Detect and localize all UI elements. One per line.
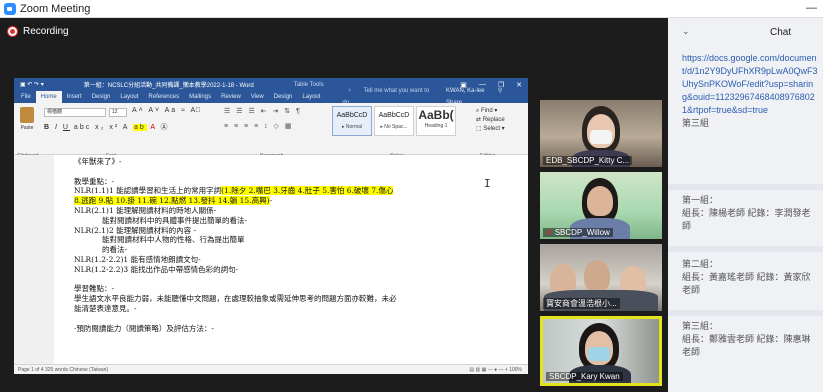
chat-divider [668, 246, 823, 252]
zoom-logo-icon [4, 2, 16, 15]
doc-line: ·預防閱讀能力（閱讀策略）及評估方法：- [74, 323, 214, 333]
find-button[interactable]: ⌕ Find ▾ [476, 107, 505, 116]
word-doc-title: 第一組：NCSLC分組活動_共同備課_懶本教學2022-1-18 - Word [83, 83, 254, 89]
video-tile[interactable]: 寶安商會溫浩根小... [540, 244, 662, 311]
tab-table-design[interactable]: Design [269, 91, 298, 103]
window-title: Zoom Meeting [20, 2, 91, 15]
doc-line: 能對閱讀材料中人物的性格、行為提出簡單 [102, 235, 245, 245]
participant-face [587, 186, 613, 216]
font-size-tools[interactable]: A˄ A˅ Aa ≈ A⃞ [132, 107, 202, 114]
doc-line: 教學重點：- [74, 176, 115, 186]
font-size-select[interactable]: 12 [109, 108, 127, 117]
style-heading-1[interactable]: AaBb(Heading 1 [416, 106, 456, 136]
doc-line: 學生語文水平良能力弱，未能聽懂中文問題，在處理較抽象或需延伸思考的問題方面亦較難… [74, 294, 397, 304]
doc-line: NLR(1.2-2.2)1 能有感情地朗讀文句- [74, 254, 201, 264]
zoom-level[interactable]: ▤ ▥ ▦ — ● — + 100% [469, 367, 522, 373]
doc-line: 能清楚表達意見。- [74, 303, 137, 313]
styles-gallery: AaBbCcD ▸ Normal AaBbCcD ▸ No Spac... AaBb… [332, 106, 456, 136]
paragraph-align-tools[interactable]: ≡ ≡ ≡ ≡ ↕ ◇ ▦ [224, 122, 294, 130]
recording-indicator[interactable]: Recording [8, 26, 69, 37]
tab-references[interactable]: References [143, 91, 184, 103]
replace-button[interactable]: ⇄ Replace [476, 116, 505, 125]
chat-divider [668, 310, 823, 316]
chat-panel: ⌄ Chat https://docs.google.com/document/… [668, 18, 823, 392]
doc-line [74, 314, 524, 324]
doc-line: NLR(2.1)2 能理解閱讀材料的內容 - [74, 225, 197, 235]
style-normal[interactable]: AaBbCcD ▸ Normal [332, 106, 372, 136]
recording-label: Recording [23, 26, 69, 37]
font-color-icon: A [150, 124, 157, 131]
share-icon: ⚲ [497, 88, 503, 94]
video-tile-active-speaker[interactable]: SBCDP_Kary Kwan [540, 316, 662, 386]
doc-line: NLR(1.2-2.2)3 能找出作品中帶感情色彩的詞句- [74, 264, 239, 274]
doc-line: NLR(1.1)1 能認讀學習和生活上的常用字詞(1.除夕 2.嘴巴 3.牙齒 … [74, 186, 394, 196]
highlight-icon: ab [132, 124, 147, 131]
chat-message: 第一組： 組長：陳楊老師 紀錄：李潤發老師 [682, 195, 811, 231]
doc-line: 的看法- [102, 245, 128, 255]
status-left: Page 1 of 4 325 words Chinese (Taiwan) [18, 366, 109, 373]
tab-review[interactable]: Review [216, 91, 246, 103]
video-tile[interactable]: EDB_SBCDP_Kitty C... [540, 100, 662, 167]
word-status-bar: Page 1 of 4 325 words Chinese (Taiwan) ▤… [14, 364, 528, 374]
zoom-window: Zoom Meeting — Recording ▣ ↶ ↷ ▾ 第一組：NCS… [0, 0, 823, 392]
tab-mailings[interactable]: Mailings [184, 91, 216, 103]
lightbulb-icon: ♀ [347, 88, 354, 94]
participant-name: SBCDP_Kary Kwan [546, 372, 623, 381]
chat-title: Chat [770, 27, 792, 38]
recording-icon [8, 27, 17, 36]
doc-line: 學習難點：- [74, 284, 115, 294]
paragraph-list-tools[interactable]: ☰ ☰ ☰ ⇤ ⇥ ⇅ ¶ [224, 107, 302, 115]
tab-insert[interactable]: Insert [62, 91, 87, 103]
chat-message: https://docs.google.com/document/d/1n2Y9… [682, 52, 818, 130]
doc-line [74, 275, 524, 285]
clipboard-icon [20, 107, 34, 123]
word-ribbon: Paste 標楷體 12 A˄ A˅ Aa ≈ A⃞ B I U abc x₂ … [14, 103, 528, 159]
document-text: 《年獸來了》- 教學重點：- NLR(1.1)1 能認讀學習和生活上的常用字詞(… [74, 157, 524, 333]
text-cursor-icon: I [484, 177, 491, 190]
doc-line: NLR(2.1)1 能理解閱讀材料的時地人關係- [74, 205, 217, 215]
chat-header: ⌄ Chat [668, 18, 823, 48]
tab-home[interactable]: Home [35, 91, 62, 103]
chevron-down-icon[interactable]: ⌄ [682, 26, 690, 37]
table-tools-label: Table Tools [293, 81, 324, 88]
tab-file[interactable]: File [16, 91, 36, 103]
tab-layout[interactable]: Layout [115, 91, 143, 103]
font-name-select[interactable]: 標楷體 [44, 108, 106, 117]
tab-table-layout[interactable]: Layout [297, 91, 325, 103]
font-format-tools[interactable]: B I U abc x₂ x² A ab A Ⓐ [44, 122, 170, 132]
participant-name: ✗ SBCDP_Willow [543, 228, 613, 237]
quick-access-icons: ▣ ↶ ↷ ▾ [20, 82, 44, 88]
face-mask [590, 130, 612, 144]
doc-line: 8.逃跑 9.貼 10.掛 11.碗 12.點燃 13.發抖 14.躺 15.高… [74, 196, 273, 206]
chat-message: 第二組： 組長：黃嘉瑤老師 紀錄：黃家欣老師 [682, 259, 811, 295]
doc-line [74, 167, 524, 177]
document-area[interactable]: 《年獸來了》- 教學重點：- NLR(1.1)1 能認讀學習和生活上的常用字詞(… [14, 155, 528, 364]
participant-name: EDB_SBCDP_Kitty C... [543, 156, 633, 165]
participant-face [584, 260, 610, 292]
chat-divider [668, 184, 823, 190]
tab-view[interactable]: View [246, 91, 269, 103]
editing-group: ⌕ Find ▾ ⇄ Replace ⬚ Select ▾ [476, 107, 505, 134]
window-titlebar: Zoom Meeting — [0, 0, 823, 18]
doc-line: 《年獸來了》- [74, 157, 122, 166]
video-tile[interactable]: ✗ SBCDP_Willow [540, 172, 662, 239]
doc-line: 能對閱讀材料中的具體事件提出簡單的看法- [102, 215, 248, 225]
chat-link[interactable]: https://docs.google.com/document/d/1n2Y9… [682, 53, 818, 115]
doc-gutter [14, 155, 54, 364]
chat-message: 第三組： 組長：鄭雅雲老師 紀錄：陳惠琳老師 [682, 321, 811, 357]
select-button[interactable]: ⬚ Select ▾ [476, 125, 505, 134]
mic-muted-icon: ✗ [546, 228, 553, 237]
participant-name: 寶安商會溫浩根小... [543, 298, 620, 309]
replace-icon: ⇄ [476, 117, 483, 123]
tab-design[interactable]: Design [87, 91, 116, 103]
minimize-button[interactable]: — [806, 2, 817, 14]
shared-screen-word[interactable]: ▣ ↶ ↷ ▾ 第一組：NCSLC分組活動_共同備課_懶本教學2022-1-18… [14, 78, 528, 374]
chat-message-text: 第三組 [682, 118, 710, 128]
paste-button[interactable]: Paste [18, 107, 36, 133]
face-mask [588, 347, 610, 361]
style-no-spacing[interactable]: AaBbCcD ▸ No Spac... [374, 106, 414, 136]
word-ribbon-tabs: File Home Insert Design Layout Reference… [14, 88, 528, 106]
